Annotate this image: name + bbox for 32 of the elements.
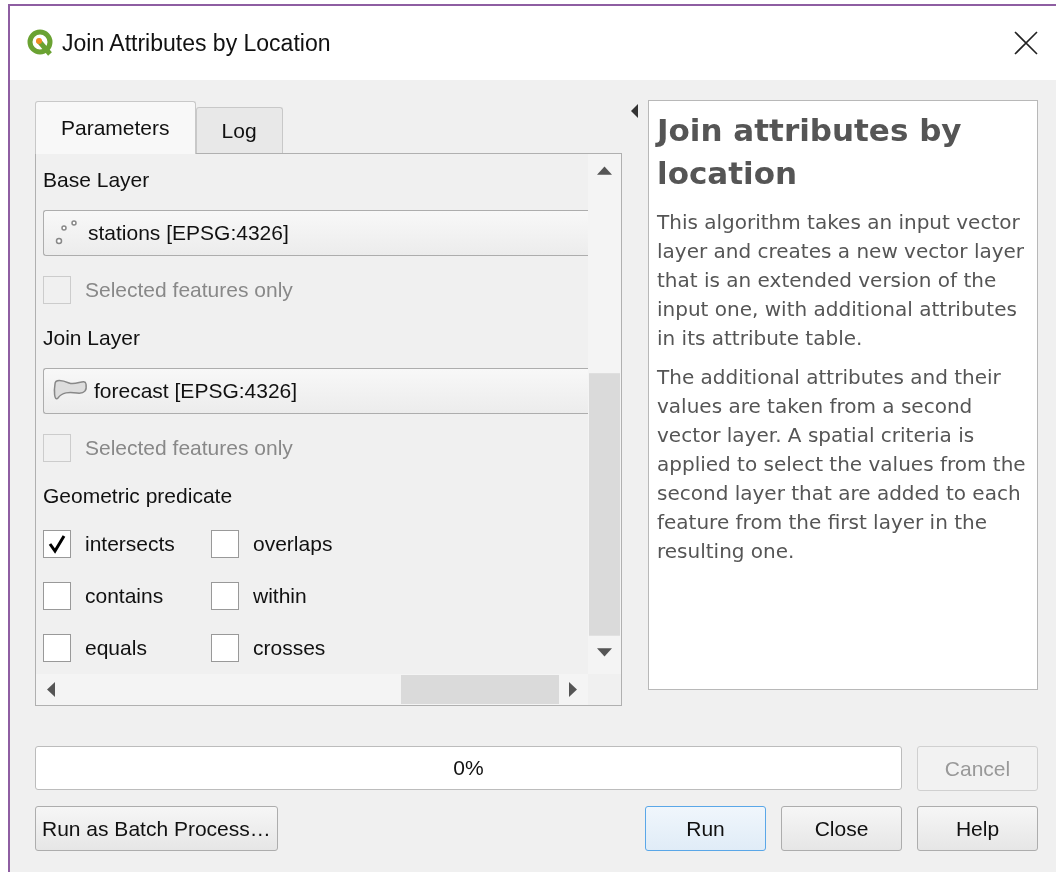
layer-dropdown[interactable]: stations [EPSG:4326] bbox=[43, 210, 588, 256]
help-paragraph: This algorithm takes an input vector layer and creates a new vector layer that is an extended version of the input one, with additional attributes in its attribute table. bbox=[657, 208, 1026, 352]
checkbox[interactable] bbox=[211, 634, 239, 662]
field-label: Join Layer bbox=[43, 326, 140, 350]
checkbox-label: equals bbox=[85, 636, 147, 660]
progress-text: 0% bbox=[453, 756, 484, 780]
checkbox-label: crosses bbox=[253, 636, 326, 660]
field-label: Geometric predicate bbox=[43, 484, 233, 508]
collapse-arrow-icon[interactable] bbox=[631, 104, 639, 118]
tab[interactable]: Parameters bbox=[35, 101, 196, 154]
dialog-button[interactable]: Close bbox=[781, 806, 902, 851]
checkbox[interactable] bbox=[43, 582, 71, 610]
window-title: Join Attributes by Location bbox=[62, 29, 332, 57]
help-paragraph: The additional attributes and their values are taken from a second vector layer. A spatial criteria is applied to select the values from the second layer that are added to each feature from the first layer in the resulting one. bbox=[657, 363, 1027, 565]
dialog-button[interactable]: Run bbox=[645, 806, 766, 851]
checkbox-label: Selected features only bbox=[85, 436, 293, 460]
layer-dropdown[interactable]: forecast [EPSG:4326] bbox=[43, 368, 588, 414]
dialog-button[interactable]: Run as Batch Process… bbox=[35, 806, 278, 851]
checkbox-label: within bbox=[253, 584, 307, 608]
checkbox[interactable] bbox=[211, 530, 239, 558]
tab[interactable]: Log bbox=[195, 107, 283, 153]
checkbox-label: overlaps bbox=[253, 532, 333, 556]
close-icon[interactable] bbox=[1014, 31, 1038, 55]
dialog-button[interactable]: Help bbox=[917, 806, 1038, 851]
checkbox-label: Selected features only bbox=[85, 278, 293, 302]
checkbox[interactable] bbox=[43, 634, 71, 662]
checkbox-label: contains bbox=[85, 584, 164, 608]
checkbox-label: intersects bbox=[85, 532, 175, 556]
field-label: Base Layer bbox=[43, 168, 150, 192]
checkbox[interactable] bbox=[43, 530, 71, 558]
help-title: Join attributes by location bbox=[657, 111, 963, 194]
checkbox[interactable] bbox=[211, 582, 239, 610]
